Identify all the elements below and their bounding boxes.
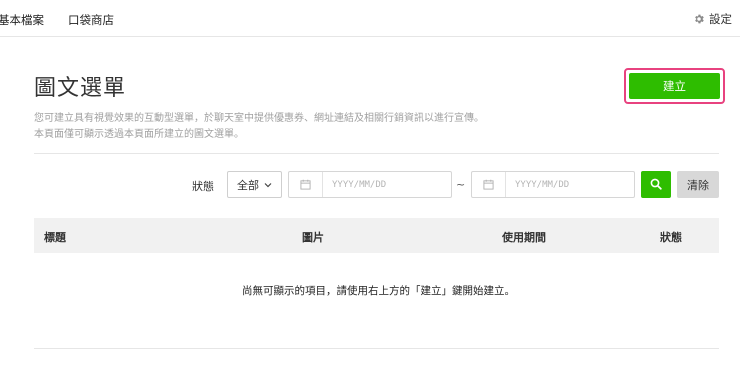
gear-icon <box>693 13 705 25</box>
status-filter-label: 狀態 <box>192 180 214 193</box>
nav-item-pocket-shop[interactable]: 口袋商店 <box>68 12 114 28</box>
page-title: 圖文選單 <box>34 76 127 101</box>
table-header: 標題 圖片 使用期間 狀態 <box>34 218 719 253</box>
page-description-line-1: 您可建立具有視覺效果的互動型選單，於聊天室中提供優惠券、網址連結及相關行銷資訊以… <box>34 113 484 124</box>
nav-item-basic-profile[interactable]: 基本檔案 <box>0 12 44 28</box>
chevron-down-icon <box>264 178 272 191</box>
status-filter-value: 全部 <box>237 178 259 192</box>
column-header-period: 使用期間 <box>502 231 546 244</box>
start-date-input[interactable] <box>323 178 451 191</box>
table-bottom-divider <box>34 348 719 349</box>
end-date-input[interactable] <box>506 178 634 191</box>
search-icon <box>650 175 662 194</box>
calendar-icon <box>472 172 506 197</box>
column-header-status: 狀態 <box>660 231 682 244</box>
settings-label: 設定 <box>709 12 732 26</box>
header-divider <box>34 153 719 154</box>
search-button[interactable] <box>641 171 671 198</box>
column-header-image: 圖片 <box>302 231 324 244</box>
clear-button[interactable]: 清除 <box>677 171 719 198</box>
status-filter-select[interactable]: 全部 <box>227 171 282 198</box>
column-header-title: 標題 <box>44 231 66 244</box>
settings-link[interactable]: 設定 <box>693 11 732 27</box>
date-range-separator: ~ <box>456 178 466 191</box>
start-date-field[interactable] <box>288 171 452 198</box>
page-description-line-2: 本頁面僅可顯示透過本頁面所建立的圖文選單。 <box>34 129 244 140</box>
calendar-icon <box>289 172 323 197</box>
empty-state-message: 尚無可顯示的項目，請使用右上方的「建立」鍵開始建立。 <box>242 285 515 297</box>
end-date-field[interactable] <box>471 171 635 198</box>
top-navigation-bar: 基本檔案 口袋商店 設定 <box>0 0 740 37</box>
empty-state-row: 尚無可顯示的項目，請使用右上方的「建立」鍵開始建立。 <box>0 283 740 298</box>
create-button[interactable]: 建立 <box>629 73 720 99</box>
